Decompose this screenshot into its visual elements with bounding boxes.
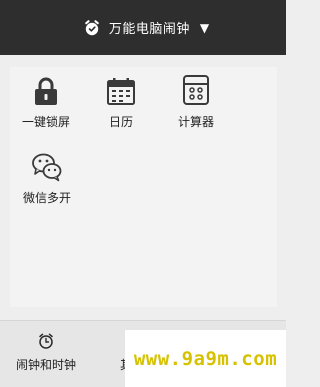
tools-panel: 一键锁屏 日历 计算器 微信多开	[10, 67, 277, 307]
wechat-icon	[17, 148, 77, 182]
alarm-clock-icon	[83, 19, 101, 37]
watermark-text: www.9a9m.com	[133, 347, 278, 370]
lock-screen-tool[interactable]: 一键锁屏	[16, 72, 76, 130]
title-bar: 万能电脑闹钟 ▼	[0, 0, 286, 55]
calculator-icon	[166, 72, 226, 106]
tab-alarm-and-clock[interactable]: 闹钟和时钟	[0, 321, 92, 387]
app-title-dropdown[interactable]: 万能电脑闹钟 ▼	[83, 18, 209, 37]
wechat-multi-label: 微信多开	[22, 191, 71, 205]
alarm-clock-icon	[0, 332, 92, 350]
app-window: 万能电脑闹钟 ▼ 一键锁屏 日历 计算器 微信多开 闹钟和时钟 www.9a9m…	[0, 0, 286, 387]
lock-icon	[16, 72, 76, 106]
calculator-label: 计算器	[177, 115, 214, 129]
lock-screen-label: 一键锁屏	[21, 115, 70, 129]
dropdown-caret-icon: ▼	[199, 20, 210, 35]
tab-alarm-label: 闹钟和时钟	[15, 358, 76, 372]
calendar-label: 日历	[108, 115, 133, 129]
calendar-tool[interactable]: 日历	[91, 72, 151, 130]
watermark: www.9a9m.com	[125, 330, 286, 387]
wechat-multi-tool[interactable]: 微信多开	[17, 148, 77, 206]
calculator-tool[interactable]: 计算器	[166, 72, 226, 130]
calendar-icon	[91, 72, 151, 106]
app-title: 万能电脑闹钟	[108, 22, 190, 37]
